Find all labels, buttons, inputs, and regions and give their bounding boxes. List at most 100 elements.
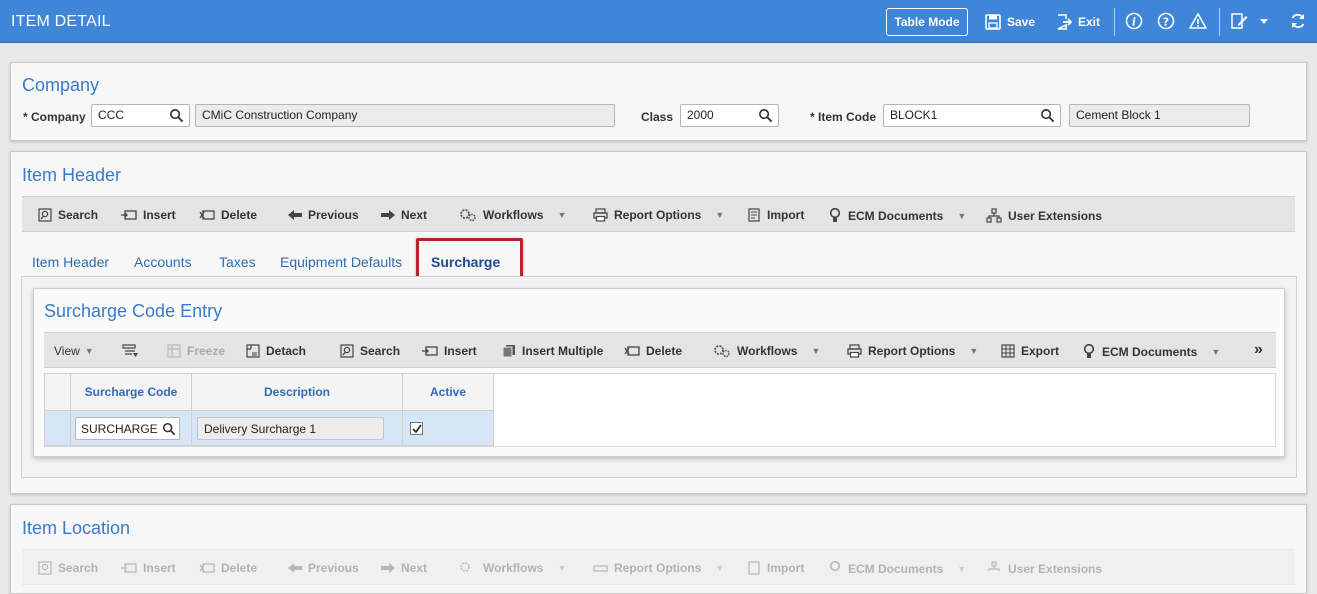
chevron-down-icon: ▼ [715,563,725,573]
edit-icon[interactable] [1230,12,1248,30]
freeze-button[interactable]: Freeze [167,344,225,358]
company-value: CCC [98,108,124,122]
gears-icon [460,562,470,572]
search-icon[interactable] [758,108,773,123]
next-label: Next [401,208,428,222]
workflows-label: Workflows [483,208,544,222]
exit-button[interactable]: Exit [1056,14,1100,30]
insert-button[interactable]: Insert [121,208,176,222]
active-checkbox[interactable] [410,421,423,435]
search-button[interactable]: Search [38,561,98,575]
next-label: Next [401,561,428,575]
chevron-down-icon: ▼ [957,210,967,221]
search-label: Search [58,208,99,222]
search-button[interactable]: Search [340,344,400,358]
view-menu[interactable]: View ▼ [54,344,94,358]
user-extensions-button[interactable]: User Extensions [986,561,1102,576]
search-icon[interactable] [1040,108,1055,123]
previous-button[interactable]: Previous [288,208,359,222]
export-button[interactable]: Export [1001,344,1059,358]
filter-button[interactable] [122,344,144,358]
ecm-documents-button[interactable]: ECM Documents ▼ [828,561,966,576]
table-mode-button[interactable]: Table Mode [886,8,968,36]
delete-button[interactable]: Delete [624,344,682,358]
column-header-surcharge-code[interactable]: Surcharge Code [70,373,192,411]
previous-button[interactable]: Previous [288,561,359,575]
import-label: Import [767,561,805,575]
workflows-button[interactable]: Workflows ▼ [459,208,566,222]
ecm-documents-button[interactable]: ECM Documents ▼ [828,208,966,223]
delete-label: Delete [646,344,683,358]
report-options-button[interactable]: Report Options ▼ [847,344,978,358]
save-button[interactable]: Save [985,14,1035,30]
row-selector[interactable] [44,410,71,446]
search-icon [38,208,52,222]
user-extensions-button[interactable]: User Extensions [986,208,1102,223]
import-button[interactable]: Import [747,208,804,222]
workflows-label: Workflows [737,344,798,358]
chevron-down-icon: ▼ [84,346,94,356]
search-button[interactable]: Search [38,208,98,222]
info-icon[interactable]: i [1125,12,1143,30]
hierarchy-icon [986,208,1002,223]
insert-button[interactable]: Insert [422,344,477,358]
column-header-active[interactable]: Active [402,373,494,411]
toolbar-divider [1219,8,1220,36]
table-row[interactable]: SURCHARGE Delivery Surcharge 1 [44,410,494,446]
svg-text:?: ? [1163,16,1169,29]
item-location-panel: Item Location Search Insert Delete Previ… [10,504,1307,594]
delete-button[interactable]: Delete [199,208,257,222]
company-input[interactable]: CCC [91,104,190,127]
insert-button[interactable]: Insert [121,561,176,575]
previous-label: Previous [308,208,359,222]
help-icon[interactable]: ? [1157,12,1175,30]
ecm-icon [829,561,841,572]
search-label: Search [360,344,401,358]
exit-label: Exit [1078,15,1101,29]
detach-button[interactable]: Detach [246,344,306,358]
surcharge-code-entry-panel: Surcharge Code Entry View ▼ Freeze Detac… [33,288,1285,457]
search-icon [340,344,354,358]
view-label: View [54,344,80,358]
workflows-button[interactable]: Workflows ▼ [459,561,566,575]
refresh-icon[interactable] [1289,12,1307,30]
warning-icon[interactable] [1189,12,1207,30]
report-options-button[interactable]: Report Options ▼ [593,208,724,222]
company-name-field: CMiC Construction Company [195,104,615,127]
row-selector-header [44,373,71,411]
next-button[interactable]: Next [381,208,427,222]
workflows-button[interactable]: Workflows ▼ [713,344,820,358]
import-label: Import [767,208,805,222]
insert-multiple-button[interactable]: Insert Multiple [502,344,603,358]
delete-button[interactable]: Delete [199,561,257,575]
column-header-description[interactable]: Description [191,373,403,411]
tab-accounts[interactable]: Accounts [134,254,192,270]
page-title: ITEM DETAIL [11,13,111,30]
freeze-icon [167,344,181,358]
surcharge-toolbar: View ▼ Freeze Detach Search Insert Inser… [44,332,1276,368]
item-header-toolbar: Search Insert Delete Previous Next Workf… [22,196,1295,232]
item-code-input[interactable]: BLOCK1 [883,104,1061,127]
insert-multiple-icon [502,345,515,358]
insert-icon [422,346,438,356]
surcharge-code-input[interactable]: SURCHARGE [75,416,180,440]
import-icon [748,208,760,222]
surcharge-table: Surcharge Code Description Active SURCHA… [44,373,494,446]
delete-icon [624,346,640,356]
class-input[interactable]: 2000 [680,104,779,127]
search-icon[interactable] [169,108,184,123]
ecm-icon [829,208,841,222]
ecm-documents-button[interactable]: ECM Documents ▼ [1082,344,1220,359]
gears-icon [460,209,476,222]
checkmark-icon [412,424,422,433]
tab-item-header[interactable]: Item Header [32,254,109,270]
tab-equipment-defaults[interactable]: Equipment Defaults [280,254,402,270]
next-button[interactable]: Next [381,561,427,575]
search-icon[interactable] [162,422,176,436]
report-options-button[interactable]: Report Options ▼ [593,561,724,575]
double-chevron-right-icon: » [1254,341,1263,358]
chevron-down-icon[interactable] [1258,15,1270,27]
overflow-menu-button[interactable]: » [1254,341,1263,359]
import-button[interactable]: Import [747,561,804,575]
tab-taxes[interactable]: Taxes [219,254,256,270]
